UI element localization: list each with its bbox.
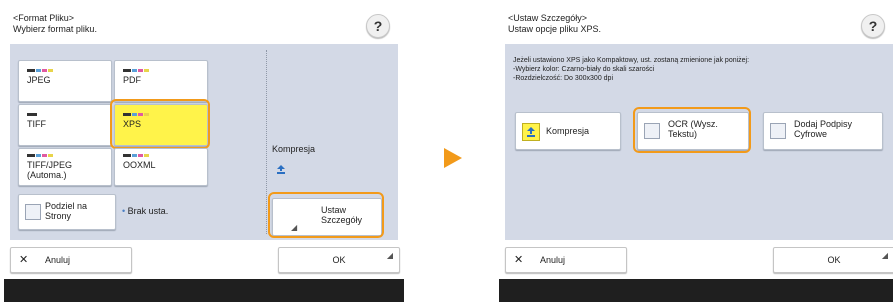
footer: ✕ Anuluj OK ◢ — [499, 244, 893, 276]
corner-arrow-icon: ◢ — [881, 251, 888, 260]
ok-label: OK — [332, 255, 346, 265]
ok-label: OK — [827, 255, 841, 265]
ustaw-szczegoly-screen: <Ustaw Szczegóły> Ustaw opcje pliku XPS.… — [499, 0, 893, 302]
mono-bar-icon — [27, 113, 37, 116]
format-tiff-jpeg-button[interactable]: TIFF/JPEG (Automa.) — [18, 148, 112, 186]
format-label: TIFF/JPEG (Automa.) — [27, 160, 72, 180]
ok-button[interactable]: OK ◢ — [773, 247, 893, 273]
format-pdf-button[interactable]: PDF — [114, 60, 208, 102]
format-jpeg-button[interactable]: JPEG — [18, 60, 112, 102]
bullet-icon: • — [122, 206, 126, 216]
bottom-bar — [4, 279, 404, 302]
cancel-label: Anuluj — [45, 255, 71, 265]
ocr-highlight — [633, 107, 751, 153]
cancel-label: Anuluj — [540, 255, 566, 265]
format-label: JPEG — [27, 75, 51, 85]
help-button[interactable]: ? — [366, 14, 390, 38]
corner-arrow-icon: ◢ — [386, 251, 393, 260]
split-pages-icon — [25, 204, 41, 220]
ok-button[interactable]: OK ◢ — [278, 247, 400, 273]
header: <Ustaw Szczegóły> Ustaw opcje pliku XPS.… — [499, 0, 893, 44]
color-bars-icon — [27, 154, 53, 157]
question-icon: ? — [373, 18, 383, 34]
screen-subtitle: Wybierz format pliku. — [13, 24, 97, 34]
format-label: OOXML — [123, 160, 156, 170]
info-text: Jeżeli ustawiono XPS jako Kompaktowy, us… — [513, 57, 750, 82]
transition-arrow-icon — [444, 148, 462, 168]
screen-title: <Format Pliku> — [13, 13, 75, 23]
format-panel: JPEG PDF TIFF XPS TIFF/JPEG (Automa.) OO… — [10, 44, 398, 240]
compression-option-label: Kompresja — [546, 126, 590, 136]
split-status-text: Brak usta. — [127, 206, 169, 216]
close-icon: ✕ — [19, 254, 29, 266]
signature-option-label: Dodaj Podpisy Cyfrowe — [794, 119, 853, 139]
format-label: TIFF — [27, 119, 46, 129]
format-label: PDF — [123, 75, 141, 85]
color-bars-icon — [123, 69, 149, 72]
compression-label: Kompresja — [272, 144, 316, 154]
digital-signature-button[interactable]: Dodaj Podpisy Cyfrowe — [763, 112, 883, 150]
compression-button[interactable]: Kompresja — [515, 112, 621, 150]
signature-icon — [770, 123, 786, 139]
format-pliku-screen: <Format Pliku> Wybierz format pliku. ? J… — [4, 0, 404, 302]
xps-highlight — [110, 99, 210, 149]
split-pages-button[interactable]: Podziel na Strony — [18, 194, 116, 230]
footer: ✕ Anuluj OK ◢ — [4, 244, 404, 276]
split-pages-label: Podziel na Strony — [45, 201, 88, 221]
compression-icon — [522, 123, 540, 141]
divider — [266, 50, 267, 234]
color-bars-icon — [123, 154, 149, 157]
options-panel: Jeżeli ustawiono XPS jako Kompaktowy, us… — [505, 44, 893, 240]
header: <Format Pliku> Wybierz format pliku. ? — [4, 0, 404, 44]
question-icon: ? — [868, 18, 878, 34]
color-bars-icon — [27, 69, 53, 72]
split-status: • Brak usta. — [122, 206, 168, 216]
close-icon: ✕ — [514, 254, 524, 266]
format-tiff-button[interactable]: TIFF — [18, 104, 112, 146]
cancel-button[interactable]: ✕ Anuluj — [505, 247, 627, 273]
format-ooxml-button[interactable]: OOXML — [114, 148, 208, 186]
bottom-bar — [499, 279, 893, 302]
details-highlight — [268, 192, 384, 238]
screen-title: <Ustaw Szczegóły> — [508, 13, 588, 23]
help-button[interactable]: ? — [861, 14, 885, 38]
compression-icon — [276, 162, 286, 174]
screen-subtitle: Ustaw opcje pliku XPS. — [508, 24, 602, 34]
cancel-button[interactable]: ✕ Anuluj — [10, 247, 132, 273]
